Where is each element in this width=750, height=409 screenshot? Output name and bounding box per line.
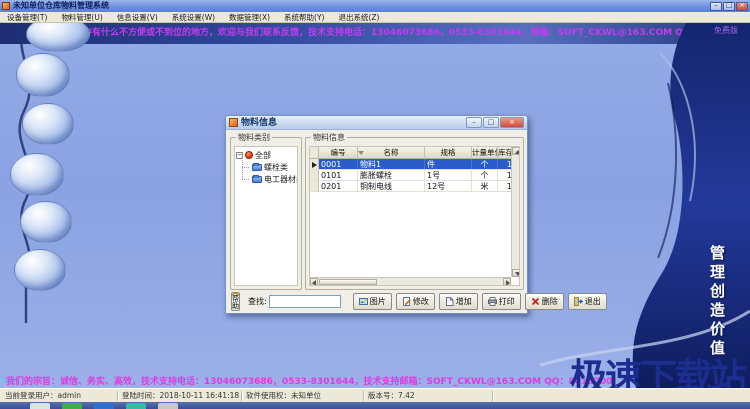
maximize-icon[interactable]: □ (723, 2, 735, 11)
info-group-title: 物料信息 (311, 133, 347, 142)
tree-item-label: 螺栓类 (264, 162, 288, 173)
statusbar: 当前登录用户：admin 登陆时间：2018-10-11 16:41:18 软件… (0, 388, 750, 402)
window-title: 未知单位仓库物料管理系统 (13, 0, 109, 12)
status-login-time: 登陆时间：2018-10-11 16:41:18 (122, 389, 240, 403)
menubar: 设备管理(T) 物料管理(U) 信息设置(V) 系统设置(W) 数据管理(X) … (0, 12, 750, 23)
new-document-icon (445, 297, 454, 306)
add-button[interactable]: 增加 (439, 293, 478, 310)
bubble-decor (14, 249, 66, 291)
scrollbar-thumb[interactable] (319, 279, 377, 285)
tree-item-electrical[interactable]: 电工器材类 (236, 173, 296, 185)
category-groupbox: 物料类别 − 全部 螺栓类 电工器材类 (230, 137, 302, 290)
close-icon[interactable]: × (736, 2, 748, 11)
exit-button[interactable]: 退出 (568, 293, 607, 310)
edit-icon (402, 297, 411, 306)
bubble-decor (22, 103, 74, 145)
tree-item-label: 电工器材类 (264, 174, 298, 185)
motto-text: 我们的宗旨：诚信、务实、高效，技术支持电话：13046073686，0533-8… (6, 374, 654, 387)
col-code[interactable]: 编号 (319, 147, 358, 158)
col-unit[interactable]: 计量单位 (472, 147, 498, 158)
status-version: 版本号：7.42 (368, 389, 488, 403)
scroll-down-icon[interactable] (512, 269, 520, 277)
minimize-icon[interactable]: – (710, 2, 722, 11)
category-tree: − 全部 螺栓类 电工器材类 (234, 146, 298, 286)
status-license: 软件使用权：未知单位 (246, 389, 361, 403)
picture-icon (359, 297, 368, 306)
status-current-user: 当前登录用户：admin (5, 389, 115, 403)
material-table: 编号 名称 规格 计量单位 库存上限 库 0001 物料1 件 (309, 146, 520, 286)
table-row[interactable]: 0001 物料1 件 个 100 (310, 159, 511, 170)
dialog-titlebar[interactable]: 物料信息 – □ × (226, 116, 527, 130)
taskbar-item[interactable] (30, 403, 50, 409)
scroll-right-icon[interactable] (503, 278, 511, 286)
taskbar-item[interactable] (94, 403, 114, 409)
search-label: 查找: (248, 296, 267, 307)
folder-icon (252, 176, 262, 183)
tree-item-label: 全部 (255, 150, 271, 161)
info-groupbox: 物料信息 编号 名称 规格 计量单位 库存上限 库 (305, 137, 524, 290)
watermark-text: 极速下载站 (570, 347, 745, 388)
bubble-decor (20, 201, 72, 243)
scroll-up-icon[interactable] (512, 147, 520, 155)
menu-info-settings[interactable]: 信息设置(V) (110, 12, 165, 23)
vertical-slogan: 管理创造价值 (707, 245, 728, 359)
dialog-close-icon[interactable]: × (500, 117, 524, 128)
col-spec[interactable]: 规格 (425, 147, 472, 158)
menu-system-settings[interactable]: 系统设置(W) (165, 12, 222, 23)
window-titlebar: 未知单位仓库物料管理系统 – □ × (0, 0, 750, 12)
menu-material[interactable]: 物料管理(U) (54, 12, 109, 23)
client-area: 如果使用中有什么不方便或不到位的地方，欢迎与我们联系反馈，技术支持电话：1304… (0, 23, 750, 388)
folder-icon (252, 164, 262, 171)
material-info-dialog: 物料信息 – □ × 物料类别 − 全部 螺栓类 (225, 115, 528, 314)
category-group-title: 物料类别 (236, 133, 272, 142)
taskbar-item[interactable] (62, 403, 82, 409)
search-input[interactable] (269, 295, 341, 308)
corner-link[interactable]: 免费版 (714, 23, 738, 41)
taskbar-item[interactable] (158, 403, 178, 409)
menu-device[interactable]: 设备管理(T) (0, 12, 54, 23)
vertical-scrollbar[interactable] (511, 147, 519, 277)
tree-item-bolts[interactable]: 螺栓类 (236, 161, 296, 173)
delete-x-icon (531, 297, 540, 306)
current-row-icon (312, 162, 317, 168)
modify-button[interactable]: 修改 (396, 293, 435, 310)
dialog-icon (229, 118, 238, 127)
app-icon (2, 2, 10, 10)
picture-button[interactable]: 图片 (353, 293, 392, 310)
delete-button[interactable]: 删除 (525, 293, 564, 310)
taskbar-item[interactable] (126, 403, 146, 409)
tree-item-all[interactable]: − 全部 (236, 149, 296, 161)
col-name[interactable]: 名称 (358, 147, 425, 158)
menu-help[interactable]: 系统帮助(Y) (277, 12, 331, 23)
menu-exit[interactable]: 退出系统(Z) (331, 12, 386, 23)
menu-data[interactable]: 数据管理(X) (222, 12, 277, 23)
table-row[interactable]: 0101 膨胀螺栓 1号 个 100 (310, 170, 511, 181)
scroll-left-icon[interactable] (310, 278, 318, 286)
os-taskbar[interactable] (0, 402, 750, 409)
dialog-title: 物料信息 (241, 116, 277, 130)
printer-icon (488, 297, 497, 306)
table-header: 编号 名称 规格 计量单位 库存上限 库 (310, 147, 511, 159)
dialog-minimize-icon[interactable]: – (466, 117, 482, 128)
print-button[interactable]: 打印 (482, 293, 521, 310)
bubble-decor (16, 53, 70, 97)
dialog-maximize-icon[interactable]: □ (483, 117, 499, 128)
table-row[interactable]: 0201 铜制电线 12号 米 100 (310, 181, 511, 192)
root-node-icon (245, 151, 253, 159)
dialog-body: 物料类别 − 全部 螺栓类 电工器材类 (226, 130, 527, 313)
bubble-decor (10, 153, 64, 196)
col-max-stock[interactable]: 库存上限 (498, 147, 511, 158)
exit-door-icon (574, 297, 583, 306)
horizontal-scrollbar[interactable] (310, 277, 511, 285)
dialog-toolbar: 帮助 查找: 图片 修改 增加 (226, 291, 527, 311)
help-button[interactable]: 帮助 (231, 292, 240, 311)
